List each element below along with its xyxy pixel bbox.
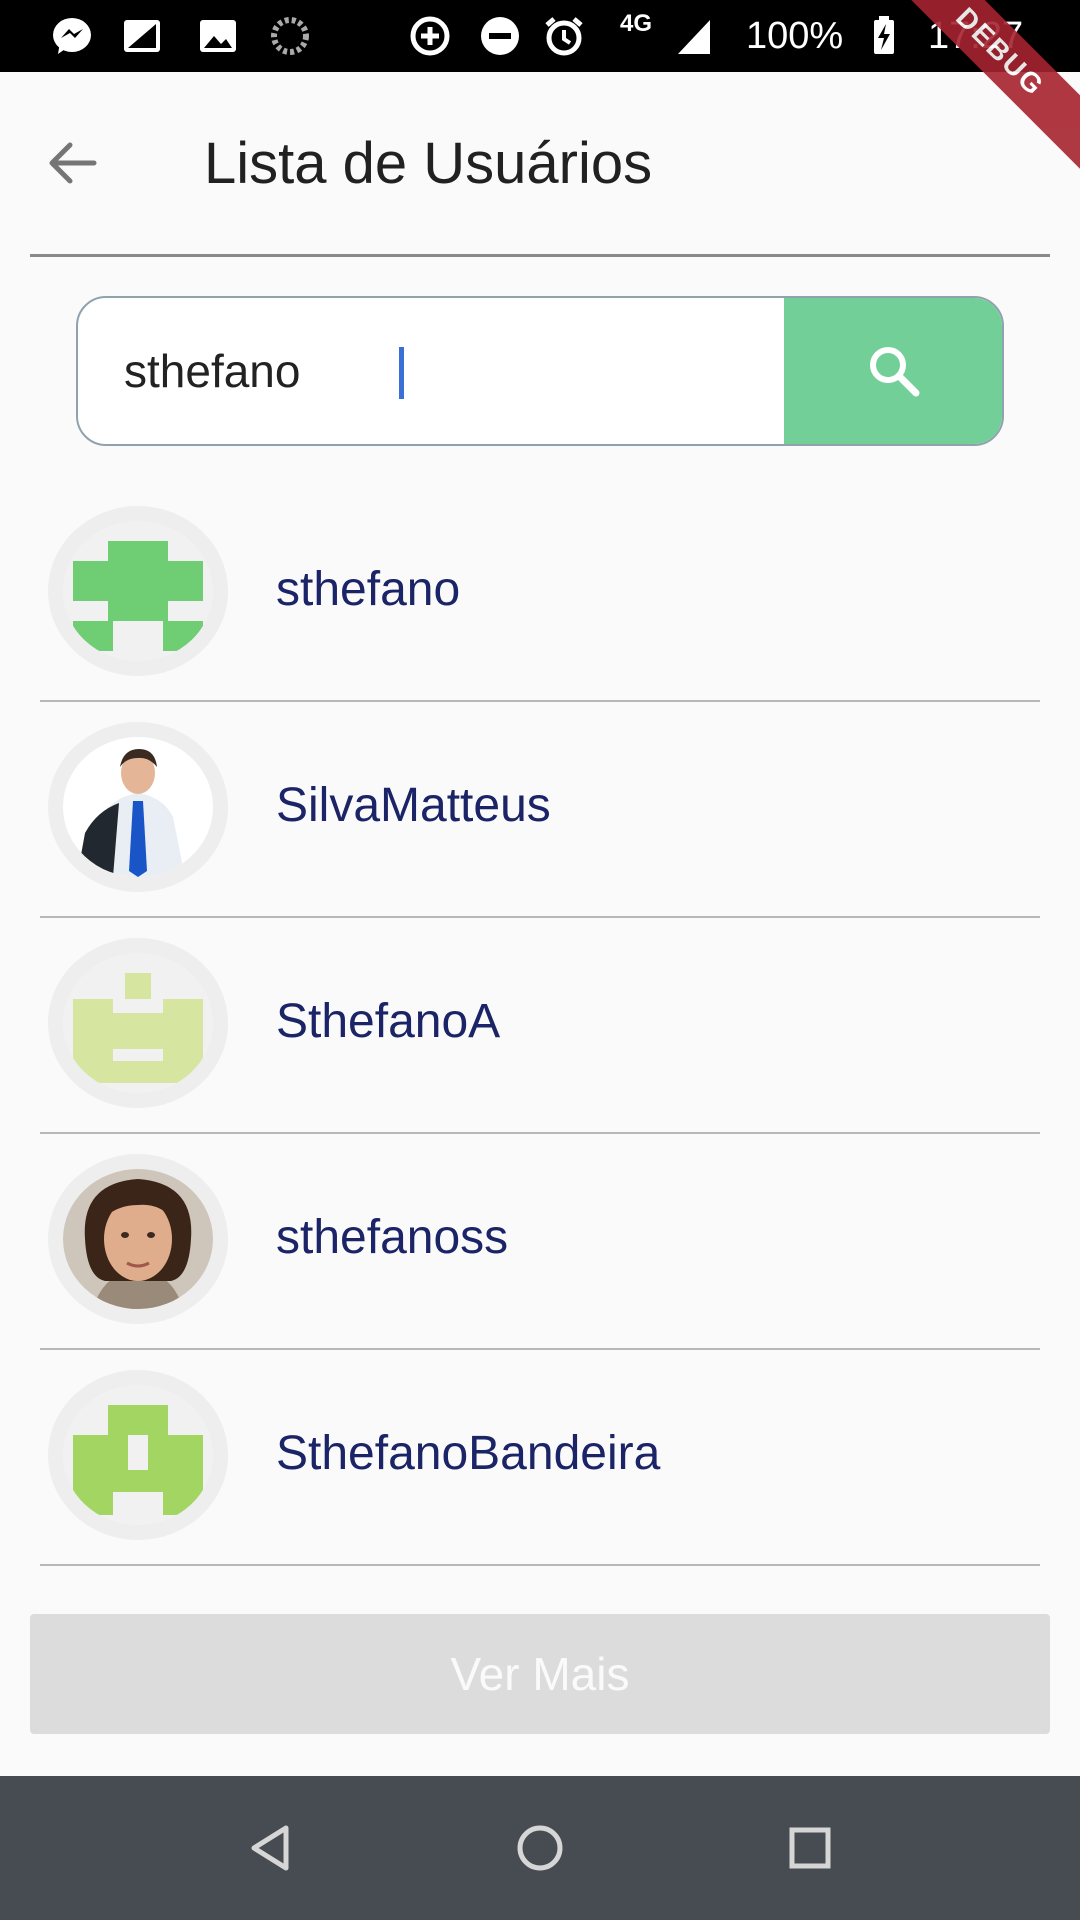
app-bar: Lista de Usuários bbox=[0, 72, 1080, 257]
list-item[interactable]: sthefanoss bbox=[0, 1148, 1080, 1364]
gallery-icon bbox=[196, 14, 240, 58]
arrow-back-icon bbox=[49, 142, 97, 184]
navigation-bar bbox=[0, 1776, 1080, 1920]
messenger-icon bbox=[50, 14, 94, 58]
title-divider bbox=[30, 254, 1050, 257]
user-list: sthefano SilvaMatteus SthefanoA sthefano… bbox=[0, 500, 1080, 1580]
divider bbox=[40, 916, 1040, 918]
user-name: sthefano bbox=[276, 563, 461, 616]
avatar[interactable] bbox=[48, 938, 228, 1108]
list-item[interactable]: sthefano bbox=[0, 500, 1080, 716]
recents-square-icon bbox=[789, 1827, 831, 1869]
nav-back-button[interactable] bbox=[234, 1812, 306, 1884]
divider bbox=[40, 1564, 1040, 1566]
home-circle-icon bbox=[517, 1825, 563, 1871]
alarm-icon bbox=[542, 14, 586, 58]
search-icon bbox=[870, 347, 920, 397]
ver-mais-button[interactable]: Ver Mais bbox=[30, 1614, 1050, 1734]
back-triangle-icon bbox=[251, 1825, 289, 1871]
status-bar: 4G 100% 17:27 bbox=[0, 0, 1080, 72]
dnd-icon bbox=[478, 14, 522, 58]
divider bbox=[40, 1132, 1040, 1134]
list-item[interactable]: SilvaMatteus bbox=[0, 716, 1080, 932]
user-name: sthefanoss bbox=[276, 1211, 509, 1264]
loading-icon bbox=[268, 14, 312, 58]
avatar[interactable] bbox=[48, 722, 228, 892]
avatar[interactable] bbox=[48, 1370, 228, 1540]
data-saver-icon bbox=[408, 14, 452, 58]
search-bar bbox=[76, 296, 1004, 446]
text-cursor bbox=[399, 347, 404, 399]
nav-recents-button[interactable] bbox=[774, 1812, 846, 1884]
search-input[interactable] bbox=[78, 298, 784, 444]
page-title: Lista de Usuários bbox=[204, 131, 653, 196]
user-photo bbox=[63, 737, 213, 877]
list-item[interactable]: SthefanoA bbox=[0, 932, 1080, 1148]
avatar[interactable] bbox=[48, 1154, 228, 1324]
avatar[interactable] bbox=[48, 506, 228, 676]
signal-icon bbox=[672, 14, 716, 58]
divider bbox=[40, 1348, 1040, 1350]
sim-icon bbox=[120, 14, 164, 58]
back-button[interactable] bbox=[36, 127, 108, 199]
user-name: SilvaMatteus bbox=[276, 779, 551, 832]
identicon-avatar bbox=[63, 953, 213, 1093]
battery-percent: 100% bbox=[746, 15, 844, 57]
user-name: SthefanoBandeira bbox=[276, 1427, 661, 1480]
battery-charging-icon bbox=[862, 14, 906, 58]
identicon-avatar bbox=[63, 521, 213, 661]
network-type: 4G bbox=[620, 10, 653, 37]
user-photo bbox=[63, 1169, 213, 1309]
identicon-avatar bbox=[63, 1385, 213, 1525]
divider bbox=[40, 700, 1040, 702]
user-name: SthefanoA bbox=[276, 995, 501, 1048]
nav-home-button[interactable] bbox=[504, 1812, 576, 1884]
search-button[interactable] bbox=[784, 298, 1002, 444]
list-item[interactable]: SthefanoBandeira bbox=[0, 1364, 1080, 1580]
